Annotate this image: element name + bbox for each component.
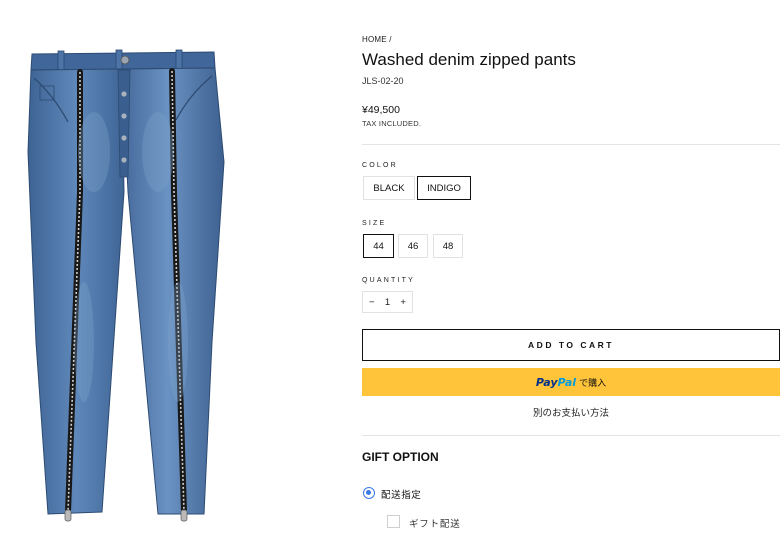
quantity-decrease-button[interactable]: − [369,297,375,308]
breadcrumb[interactable]: HOME / [362,35,392,44]
quantity-value[interactable]: 1 [385,297,390,308]
product-price: ¥49,500 [362,104,400,116]
add-to-cart-button[interactable]: ADD TO CART [362,329,780,361]
size-label: SIZE [362,220,387,227]
color-label: COLOR [362,162,398,169]
size-option-44[interactable]: 44 [363,234,394,258]
product-info: HOME / Washed denim zipped pants JLS-02-… [362,0,780,533]
tax-note: TAX INCLUDED. [362,119,422,128]
gift-option-title: GIFT OPTION [362,450,439,464]
divider [362,435,780,436]
quantity-increase-button[interactable]: + [400,297,406,308]
product-sku: JLS-02-20 [362,76,404,86]
gift-delivery-label[interactable]: ギフト配送 [409,516,461,530]
paypal-button-label: で購入 [579,377,607,388]
gift-delivery-checkbox[interactable] [387,515,400,528]
product-image[interactable] [18,42,243,527]
delivery-designation-radio[interactable] [363,487,375,499]
color-option-indigo[interactable]: INDIGO [417,176,471,200]
delivery-designation-label[interactable]: 配送指定 [381,487,421,501]
quantity-label: QUANTITY [362,277,415,284]
jeans-illustration [27,49,225,522]
quantity-stepper: − 1 + [362,291,413,313]
paypal-button[interactable]: PayPal で購入 [362,368,780,396]
more-payment-options-link[interactable]: 別のお支払い方法 [362,405,780,419]
divider [362,144,780,145]
color-option-black[interactable]: BLACK [363,176,415,200]
paypal-logo: PayPal [535,375,577,389]
size-option-46[interactable]: 46 [398,234,428,258]
size-option-48[interactable]: 48 [433,234,463,258]
product-title: Washed denim zipped pants [362,50,576,69]
